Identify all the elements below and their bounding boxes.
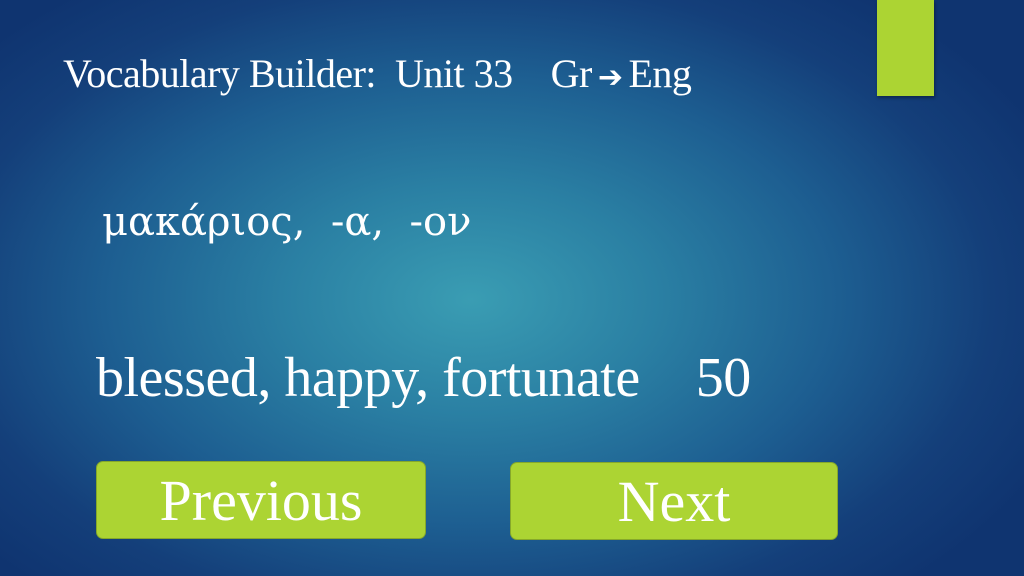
english-meaning-line: blessed, happy, fortunate 50 xyxy=(96,342,751,414)
title-text: Vocabulary Builder: Unit 33 Gr xyxy=(63,51,592,96)
frequency-count: 50 xyxy=(695,347,752,409)
direction-target: Eng xyxy=(628,51,692,96)
previous-button[interactable]: Previous xyxy=(96,461,426,539)
next-button[interactable]: Next xyxy=(510,462,838,540)
page-title: Vocabulary Builder: Unit 33 Gr ➔ Eng xyxy=(63,46,692,106)
english-meaning: blessed, happy, fortunate xyxy=(96,347,640,409)
accent-bar xyxy=(877,0,934,96)
greek-term: μακάριος, -α, -ον xyxy=(102,199,472,245)
right-arrow-icon: ➔ xyxy=(597,60,623,95)
